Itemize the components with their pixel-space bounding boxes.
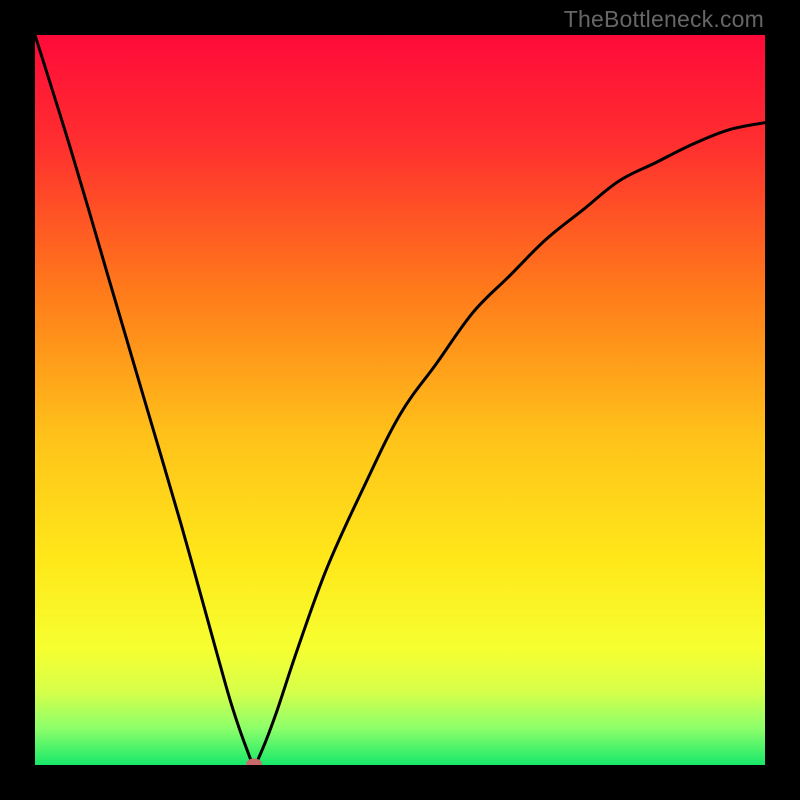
bottleneck-curve: [35, 35, 765, 765]
min-point-marker: [246, 758, 262, 765]
curve-path: [35, 35, 765, 764]
watermark-text: TheBottleneck.com: [564, 6, 764, 33]
chart-frame: TheBottleneck.com: [0, 0, 800, 800]
plot-area: [35, 35, 765, 765]
